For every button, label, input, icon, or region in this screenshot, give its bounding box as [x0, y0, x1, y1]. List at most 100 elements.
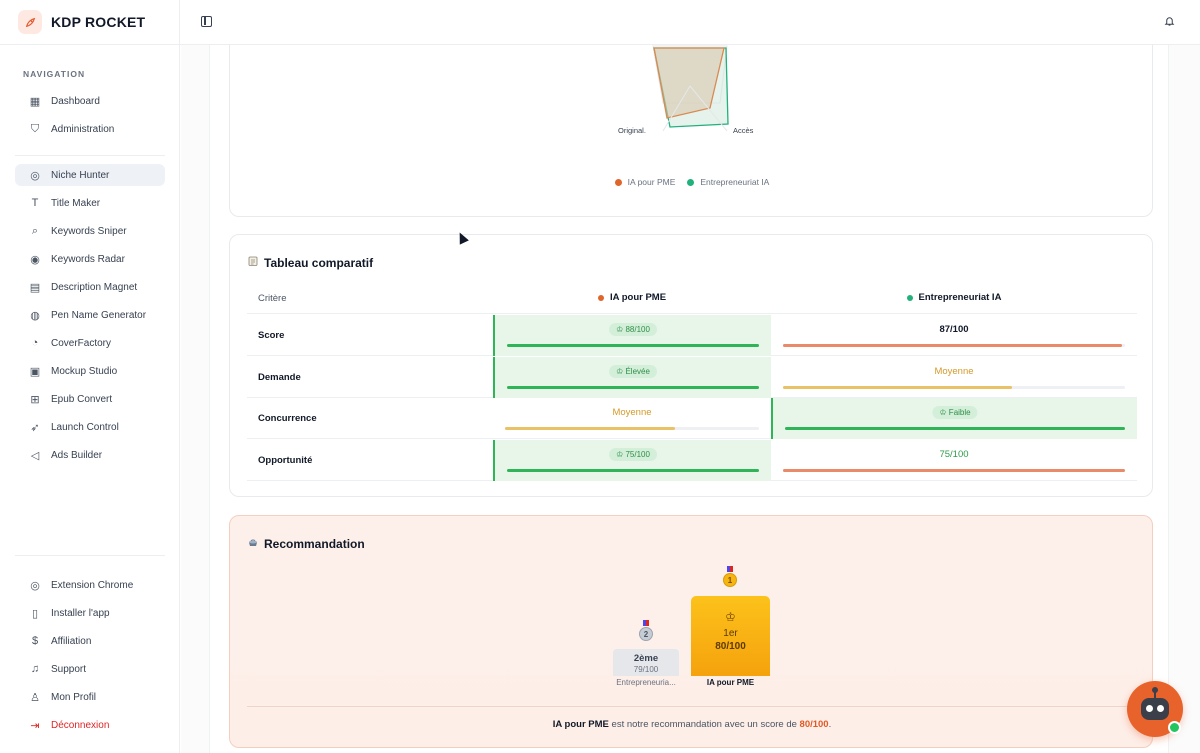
table-row: Opportunité ♔ 75/100 75/100: [247, 439, 1137, 481]
sidebar-item-ads-builder[interactable]: ◁ Ads Builder: [15, 444, 165, 466]
shield-icon: ⛉: [30, 122, 40, 135]
sidebar-item-mockup-studio[interactable]: ▣ Mockup Studio: [15, 360, 165, 382]
sidebar-item-installer-l-app[interactable]: ▯ Installer l'app: [15, 602, 165, 624]
cell-value: 88/100: [625, 325, 650, 334]
sidebar-item-label: Mon Profil: [51, 691, 97, 703]
sidebar-toggle-icon[interactable]: [201, 16, 212, 27]
sidebar-item-mon-profil[interactable]: ♙ Mon Profil: [15, 686, 165, 708]
target-icon: ◎: [30, 169, 40, 182]
row-label: Concurrence: [258, 413, 317, 424]
rocket-logo-icon: [18, 10, 42, 34]
sidebar-item-dashboard[interactable]: ▦ Dashboard: [15, 90, 165, 112]
cell-ia-pme: Moyenne: [493, 398, 771, 439]
bell-icon[interactable]: [1164, 15, 1175, 30]
cell-value: Faible: [948, 408, 971, 417]
progress-track: [505, 427, 759, 430]
sidebar-item-label: Keywords Radar: [51, 253, 125, 265]
recommendation-title: Recommandation: [247, 536, 365, 551]
online-status-indicator: [1168, 721, 1181, 734]
summary-score: 80/100: [799, 719, 829, 730]
box-icon: ▣: [29, 365, 41, 378]
sidebar-item-label: Dashboard: [51, 95, 100, 107]
cell-value: Moyenne: [934, 365, 974, 377]
progress-track: [783, 385, 1125, 389]
radar-chart: [652, 45, 729, 132]
cell-value: 75/100: [939, 448, 969, 460]
progress-fill: [783, 385, 1013, 389]
sidebar-item-label: Title Maker: [51, 197, 101, 209]
sidebar-item-pen-name-generator[interactable]: ◍ Pen Name Generator: [15, 304, 165, 326]
robot-eye: [1157, 705, 1164, 712]
search-icon: ⌕: [31, 224, 39, 237]
row-label: Opportunité: [258, 454, 313, 466]
table-row: Demande ♔ Élevée Moyenne: [247, 356, 1137, 398]
sidebar-item-label: Niche Hunter: [51, 169, 110, 181]
robot-antenna-icon: [1152, 687, 1158, 698]
cell-entrepreneuriat: 75/100: [771, 440, 1137, 481]
sidebar-item-keywords-sniper[interactable]: ⌕ Keywords Sniper: [15, 220, 165, 242]
sidebar-item-label: Installer l'app: [51, 607, 110, 619]
legend-item-ia-pme[interactable]: IA pour PME: [614, 177, 675, 187]
sidebar-item-support[interactable]: ♫ Support: [15, 658, 165, 680]
cell-value: Moyenne: [612, 407, 652, 418]
crown-icon: ♔: [616, 366, 626, 376]
sidebar-item-epub-convert[interactable]: ⊞ Epub Convert: [15, 388, 165, 410]
crown-icon: ♔: [616, 449, 626, 459]
progress-track: [507, 468, 759, 472]
sidebar-item-extension-chrome[interactable]: ◎ Extension Chrome: [15, 574, 165, 596]
topbar: [180, 0, 1200, 45]
sidebar: KDP ROCKET NAVIGATION ▦ Dashboard ⛉ Adminis…: [0, 0, 180, 753]
progress-fill: [507, 385, 759, 389]
winner-badge: ♔ 75/100: [609, 447, 657, 461]
clipboard-icon: [247, 255, 259, 270]
nav-divider: [15, 155, 165, 156]
content-column: Original. Accès IA pour PME Entrepreneur…: [209, 45, 1169, 753]
comparison-table-title: Tableau comparatif: [247, 255, 373, 270]
sidebar-item-niche-hunter[interactable]: ◎ Niche Hunter: [15, 164, 165, 186]
legend-item-entrepreneuriat[interactable]: Entrepreneuriat IA: [687, 177, 769, 187]
legend-dot: [687, 178, 695, 186]
sidebar-item-d-connexion[interactable]: ⇥ Déconnexion: [15, 714, 165, 736]
user-icon: ♙: [30, 691, 40, 704]
header-ia-pme: IA pour PME: [493, 292, 771, 303]
file-text-icon: ▤: [29, 281, 41, 294]
progress-fill: [783, 344, 1122, 347]
sidebar-item-description-magnet[interactable]: ▤ Description Magnet: [15, 276, 165, 298]
winner-badge: ♔ 88/100: [609, 323, 657, 336]
crown-icon: ♔: [616, 325, 626, 334]
podium-second-name: Entrepreneuria...: [616, 678, 676, 687]
radar-axis-label-acces: Accès: [733, 126, 754, 135]
sidebar-item-coverfactory[interactable]: ◔ CoverFactory: [15, 332, 165, 354]
cell-ia-pme: ♔ 75/100: [493, 439, 771, 481]
progress-fill: [505, 427, 676, 430]
crown-icon: ♔: [725, 610, 736, 624]
winner-badge: ♔ Faible: [932, 406, 978, 419]
sidebar-item-label: Support: [51, 663, 87, 675]
brand[interactable]: KDP ROCKET: [0, 0, 179, 45]
type-icon: T: [31, 197, 39, 209]
progress-fill: [507, 344, 759, 347]
sidebar-item-label: Administration: [51, 123, 115, 135]
sidebar-item-keywords-radar[interactable]: ◉ Keywords Radar: [15, 248, 165, 270]
radar-legend: IA pour PME Entrepreneuriat IA: [230, 177, 1154, 187]
cell-value: 87/100: [939, 324, 969, 335]
robot-icon: [1141, 698, 1169, 720]
legend-label: Entrepreneuriat IA: [700, 177, 770, 187]
radar-icon: ◉: [30, 253, 40, 266]
summary-end: .: [828, 719, 832, 730]
radar-axis-label-original: Original.: [618, 126, 646, 135]
dollar-icon: $: [31, 635, 39, 647]
sidebar-item-title-maker[interactable]: T Title Maker: [15, 192, 165, 214]
sidebar-item-launch-control[interactable]: ➶ Launch Control: [15, 416, 165, 438]
header-label: Entrepreneuriat IA: [918, 292, 1002, 303]
sidebar-item-affiliation[interactable]: $ Affiliation: [15, 630, 165, 652]
nav-divider: [15, 555, 165, 556]
sidebar-item-label: Pen Name Generator: [51, 309, 147, 321]
cell-value: 75/100: [625, 449, 650, 459]
recommendation-summary: IA pour PME est notre recommandation ave…: [230, 719, 1154, 730]
sidebar-item-label: Keywords Sniper: [51, 225, 127, 237]
podium-first-position: 1er: [723, 628, 738, 639]
sidebar-item-administration[interactable]: ⛉ Administration: [15, 118, 165, 140]
sidebar-item-label: Affiliation: [51, 635, 92, 647]
radar-card: Original. Accès IA pour PME Entrepreneur…: [229, 45, 1153, 217]
